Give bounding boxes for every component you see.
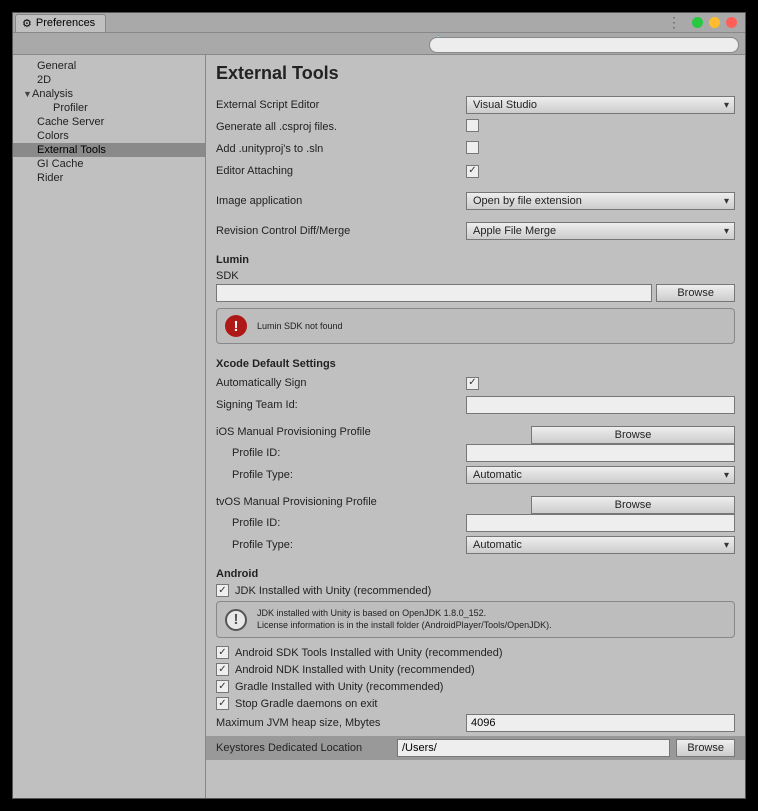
keystores-browse-button[interactable]: Browse <box>676 739 735 757</box>
max-jvm-input[interactable] <box>466 714 735 732</box>
sidebar-item-general[interactable]: General <box>13 59 205 73</box>
signing-team-label: Signing Team Id: <box>216 399 466 411</box>
sdk-label: SDK <box>216 270 735 282</box>
lumin-sdk-input[interactable] <box>216 284 652 302</box>
tvos-profile-id-input[interactable] <box>466 514 735 532</box>
traffic-yellow[interactable] <box>709 17 720 28</box>
xcode-header: Xcode Default Settings <box>216 358 735 370</box>
ios-browse-button[interactable]: Browse <box>531 426 735 444</box>
android-header: Android <box>216 568 735 580</box>
signing-team-input[interactable] <box>466 396 735 414</box>
sidebar: General 2D ▼Analysis Profiler Cache Serv… <box>13 55 206 798</box>
sidebar-item-2d[interactable]: 2D <box>13 73 205 87</box>
ios-prov-label: iOS Manual Provisioning Profile <box>216 426 531 444</box>
error-icon: ! <box>225 315 247 337</box>
android-sdk-label: Android SDK Tools Installed with Unity (… <box>235 647 503 659</box>
gradle-checkbox[interactable] <box>216 680 229 693</box>
ios-profile-type-dropdown[interactable]: Automatic <box>466 466 735 484</box>
ios-profile-type-label: Profile Type: <box>232 469 466 481</box>
android-sdk-checkbox[interactable] <box>216 646 229 659</box>
sidebar-item-colors[interactable]: Colors <box>13 129 205 143</box>
sidebar-item-gi-cache[interactable]: GI Cache <box>13 157 205 171</box>
titlebar: ⚙ Preferences ⋮ <box>13 13 745 33</box>
editor-attaching-checkbox[interactable] <box>466 165 479 178</box>
ios-profile-id-input[interactable] <box>466 444 735 462</box>
tvos-browse-button[interactable]: Browse <box>531 496 735 514</box>
tvos-profile-type-label: Profile Type: <box>232 539 466 551</box>
search-input[interactable] <box>429 37 739 53</box>
sidebar-item-analysis[interactable]: ▼Analysis <box>13 87 205 101</box>
jdk-checkbox[interactable] <box>216 584 229 597</box>
search-bar: 🔍 <box>13 33 745 55</box>
keystores-input[interactable] <box>397 739 670 757</box>
gen-csproj-label: Generate all .csproj files. <box>216 121 466 133</box>
tvos-profile-type-dropdown[interactable]: Automatic <box>466 536 735 554</box>
image-app-label: Image application <box>216 195 466 207</box>
preferences-tab[interactable]: ⚙ Preferences <box>15 14 106 32</box>
menu-dots-icon[interactable]: ⋮ <box>667 14 680 31</box>
lumin-browse-button[interactable]: Browse <box>656 284 735 302</box>
lumin-warning-text: Lumin SDK not found <box>257 321 343 331</box>
add-unityproj-label: Add .unityproj's to .sln <box>216 143 466 155</box>
ios-profile-id-label: Profile ID: <box>232 447 466 459</box>
image-app-dropdown[interactable]: Open by file extension <box>466 192 735 210</box>
auto-sign-checkbox[interactable] <box>466 377 479 390</box>
sidebar-item-cache-server[interactable]: Cache Server <box>13 115 205 129</box>
jdk-info: ! JDK installed with Unity is based on O… <box>216 601 735 638</box>
tvos-prov-label: tvOS Manual Provisioning Profile <box>216 496 531 514</box>
stop-gradle-label: Stop Gradle daemons on exit <box>235 698 377 710</box>
stop-gradle-checkbox[interactable] <box>216 697 229 710</box>
window-controls: ⋮ <box>667 14 737 31</box>
editor-attaching-label: Editor Attaching <box>216 165 466 177</box>
sidebar-item-rider[interactable]: Rider <box>13 171 205 185</box>
keystores-label: Keystores Dedicated Location <box>216 742 391 754</box>
auto-sign-label: Automatically Sign <box>216 377 466 389</box>
body: General 2D ▼Analysis Profiler Cache Serv… <box>13 55 745 798</box>
lumin-warning: ! Lumin SDK not found <box>216 308 735 344</box>
info-icon: ! <box>225 609 247 631</box>
jdk-label: JDK Installed with Unity (recommended) <box>235 585 431 597</box>
page-title: External Tools <box>216 63 735 84</box>
sidebar-item-profiler[interactable]: Profiler <box>13 101 205 115</box>
android-ndk-label: Android NDK Installed with Unity (recomm… <box>235 664 475 676</box>
ext-script-editor-dropdown[interactable]: Visual Studio <box>466 96 735 114</box>
traffic-red[interactable] <box>726 17 737 28</box>
main-panel: External Tools External Script Editor Vi… <box>206 55 745 798</box>
gradle-label: Gradle Installed with Unity (recommended… <box>235 681 443 693</box>
expand-triangle-icon: ▼ <box>23 89 32 99</box>
sidebar-item-external-tools[interactable]: External Tools <box>13 143 205 157</box>
gear-icon: ⚙ <box>22 17 32 30</box>
preferences-window: ⚙ Preferences ⋮ 🔍 General 2D ▼Analysis P… <box>12 12 746 799</box>
rev-control-dropdown[interactable]: Apple File Merge <box>466 222 735 240</box>
gen-csproj-checkbox[interactable] <box>466 119 479 132</box>
lumin-header: Lumin <box>216 254 735 266</box>
traffic-green[interactable] <box>692 17 703 28</box>
android-ndk-checkbox[interactable] <box>216 663 229 676</box>
jdk-info-text: JDK installed with Unity is based on Ope… <box>257 608 552 631</box>
rev-control-label: Revision Control Diff/Merge <box>216 225 466 237</box>
add-unityproj-checkbox[interactable] <box>466 141 479 154</box>
max-jvm-label: Maximum JVM heap size, Mbytes <box>216 717 466 729</box>
keystores-row: Keystores Dedicated Location Browse <box>206 736 745 760</box>
tab-title: Preferences <box>36 17 95 29</box>
tvos-profile-id-label: Profile ID: <box>232 517 466 529</box>
ext-script-editor-label: External Script Editor <box>216 99 466 111</box>
